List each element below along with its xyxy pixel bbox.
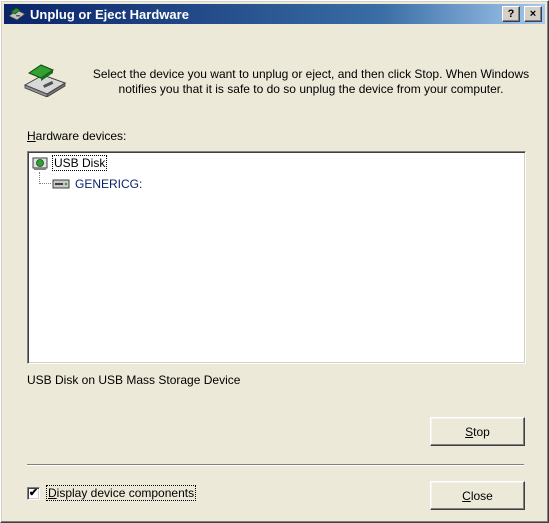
tree-item-genericg[interactable]: GENERICG: xyxy=(52,176,143,192)
eject-hardware-icon xyxy=(8,7,26,21)
usb-disk-icon xyxy=(32,157,48,170)
drive-icon xyxy=(52,179,70,189)
tree-item-usb-disk[interactable]: USB Disk xyxy=(32,155,108,171)
window-title: Unplug or Eject Hardware xyxy=(30,6,189,22)
separator xyxy=(27,464,524,466)
unplug-device-icon xyxy=(23,64,67,97)
hardware-devices-tree[interactable]: USB Disk GENERICG: xyxy=(27,151,526,364)
close-button[interactable]: Close xyxy=(430,481,525,510)
help-button[interactable]: ? xyxy=(502,6,520,22)
display-components-checkbox[interactable]: ✔ xyxy=(27,486,40,500)
title-bar[interactable]: Unplug or Eject Hardware ? × xyxy=(4,4,545,24)
tree-item-label: USB Disk xyxy=(52,155,108,171)
instruction-text: Select the device you want to unplug or … xyxy=(92,67,530,96)
unplug-eject-dialog: Unplug or Eject Hardware ? × Select the … xyxy=(0,0,549,523)
device-description: USB Disk on USB Mass Storage Device xyxy=(27,373,241,387)
tree-item-label: GENERICG: xyxy=(75,177,143,191)
stop-button[interactable]: Stop xyxy=(430,417,525,446)
display-components-label[interactable]: Display device components xyxy=(46,485,197,501)
tree-connector-horizontal xyxy=(39,183,51,184)
hardware-devices-label: Hardware devices: xyxy=(27,129,127,143)
title-buttons: ? × xyxy=(502,6,542,22)
close-window-button[interactable]: × xyxy=(524,6,542,22)
display-components-option[interactable]: ✔ Display device components xyxy=(27,485,197,501)
